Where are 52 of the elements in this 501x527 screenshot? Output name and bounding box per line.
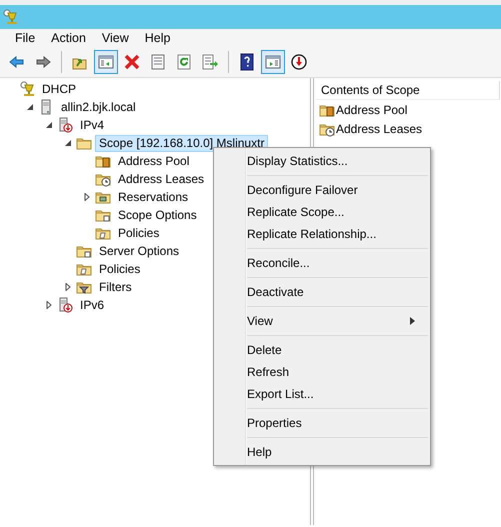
menu-item[interactable]: Delete bbox=[214, 339, 430, 361]
tree-item[interactable]: Scope [192.168.10.0] Mslinuxtr bbox=[95, 134, 268, 152]
help-icon bbox=[238, 53, 256, 71]
menu-item[interactable]: Action bbox=[43, 31, 94, 45]
list-item[interactable]: Address Pool bbox=[336, 102, 408, 116]
menu-item[interactable]: Export List... bbox=[214, 383, 430, 405]
back-arrow-icon bbox=[8, 53, 26, 71]
expanded-icon[interactable] bbox=[45, 121, 53, 129]
forward-arrow-icon bbox=[34, 53, 52, 71]
submenu-arrow-icon bbox=[410, 317, 415, 325]
menu-item[interactable]: Deactivate bbox=[214, 281, 430, 303]
tree-item[interactable]: Filters bbox=[95, 278, 136, 296]
trophy-icon bbox=[19, 81, 35, 97]
tree-item[interactable]: IPv4 bbox=[76, 116, 108, 134]
tree-item[interactable]: IPv6 bbox=[76, 296, 108, 314]
collapsed-icon[interactable] bbox=[45, 301, 53, 309]
menu-item[interactable]: Replicate Relationship... bbox=[214, 223, 430, 245]
collapsed-icon[interactable] bbox=[83, 193, 91, 201]
tree-item[interactable]: Scope Options bbox=[114, 206, 201, 224]
tree-item[interactable]: Reservations bbox=[114, 188, 192, 206]
tree-item[interactable]: Policies bbox=[95, 260, 144, 278]
server-icon bbox=[57, 117, 73, 133]
menu-item[interactable]: View bbox=[214, 310, 430, 332]
export-list-icon bbox=[201, 53, 219, 71]
tree-item[interactable]: Address Leases bbox=[114, 170, 208, 188]
refresh-icon bbox=[175, 53, 193, 71]
tree-item[interactable]: allin2.bjk.local bbox=[57, 98, 140, 116]
list-item[interactable]: Address Leases bbox=[336, 122, 422, 136]
trophy-icon bbox=[2, 9, 18, 25]
menu-item[interactable]: Help bbox=[214, 441, 430, 463]
menu-item[interactable]: Refresh bbox=[214, 361, 430, 383]
menu-item[interactable]: File bbox=[7, 31, 44, 45]
properties-icon bbox=[149, 53, 167, 71]
menu-item[interactable]: Replicate Scope... bbox=[214, 201, 430, 223]
menu-item[interactable]: Reconcile... bbox=[214, 252, 430, 274]
tree-item[interactable]: Policies bbox=[114, 224, 164, 242]
menu-item[interactable]: Deconfigure Failover bbox=[214, 179, 430, 201]
menu-item[interactable]: Display Statistics... bbox=[214, 150, 430, 172]
menu-item[interactable]: Properties bbox=[214, 412, 430, 434]
expanded-icon[interactable] bbox=[64, 139, 72, 147]
tree-item[interactable]: Address Pool bbox=[114, 152, 194, 170]
menu-item[interactable]: Help bbox=[136, 31, 178, 45]
delete-icon bbox=[123, 53, 141, 71]
server-icon bbox=[57, 297, 73, 313]
pane-icon bbox=[264, 53, 282, 71]
menu-item[interactable]: View bbox=[94, 31, 137, 45]
tree-item[interactable]: DHCP bbox=[38, 80, 80, 98]
tree-item[interactable]: Server Options bbox=[95, 242, 184, 260]
pane-icon bbox=[97, 53, 115, 71]
collapsed-icon[interactable] bbox=[64, 283, 72, 291]
expanded-icon[interactable] bbox=[26, 103, 34, 111]
column-header[interactable]: Contents of Scope bbox=[316, 81, 500, 100]
